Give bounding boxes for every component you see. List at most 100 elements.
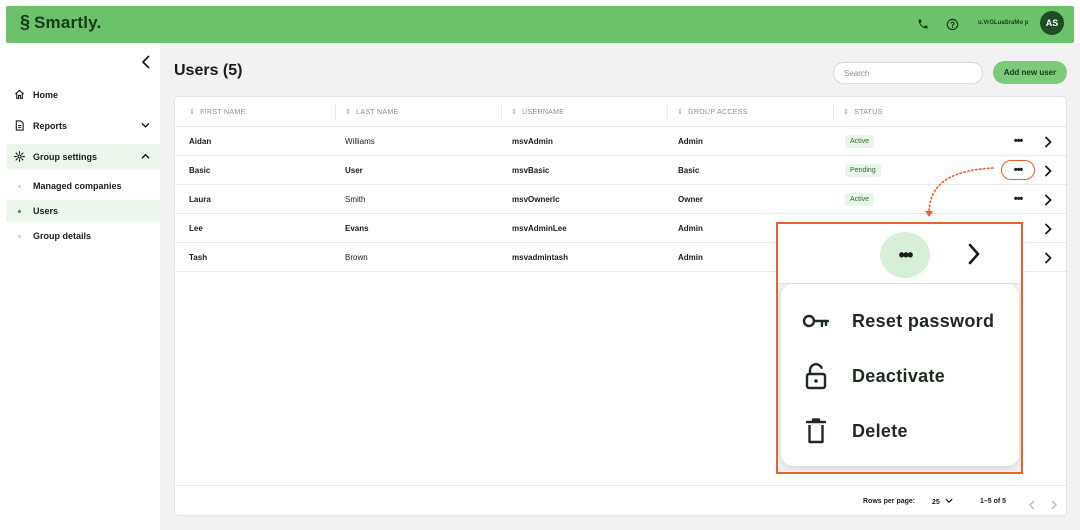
sort-icon: ⇕: [677, 109, 684, 116]
sidebar-item-reports[interactable]: Reports: [6, 113, 160, 138]
unlock-icon: [801, 361, 831, 391]
group-access-cell: Basic: [678, 166, 700, 175]
first-name-cell: Tash: [189, 253, 208, 262]
sidebar-item-group-settings[interactable]: Group settings: [6, 144, 160, 169]
chevron-right-icon[interactable]: [1043, 251, 1053, 264]
chevron-right-icon[interactable]: [1043, 164, 1053, 177]
menu-item-deactivate[interactable]: Deactivate: [781, 356, 1019, 396]
rows-per-page-value: 25: [932, 498, 940, 506]
help-icon[interactable]: [943, 15, 961, 33]
menu-item-label: Reset password: [852, 310, 995, 331]
group-access-cell: Admin: [678, 253, 703, 262]
sidebar-item-home[interactable]: Home: [6, 82, 160, 107]
menu-item-label: Deactivate: [852, 365, 946, 386]
username-cell: msvAdmin: [512, 137, 553, 146]
collapse-sidebar-icon[interactable]: [140, 55, 152, 69]
logo-text: Smartly.: [34, 12, 102, 32]
last-name-cell: Brown: [345, 253, 368, 262]
column-divider: [667, 105, 668, 119]
phone-icon[interactable]: [914, 15, 932, 33]
sidebar-item-label: Group settings: [33, 151, 98, 162]
more-options-button[interactable]: •••: [1007, 132, 1029, 150]
next-page-icon[interactable]: [1050, 497, 1058, 510]
menu-item-reset-password[interactable]: Reset password: [781, 301, 1019, 341]
status-badge: Active: [845, 193, 875, 206]
trash-icon: [801, 416, 831, 446]
chevron-right-icon[interactable]: [1043, 193, 1053, 206]
column-header-status[interactable]: ⇕ STATUS: [843, 108, 883, 117]
report-icon: [14, 120, 25, 131]
last-name-cell: Evans: [345, 224, 369, 233]
bullet-icon: [18, 234, 21, 238]
table-row[interactable]: Aidan Williams msvAdmin Admin Active •••: [175, 127, 1066, 156]
home-icon: [14, 89, 25, 100]
more-options-button[interactable]: •••: [1007, 190, 1029, 208]
sidebar-subitem-users[interactable]: Users: [6, 200, 160, 222]
chevron-right-icon[interactable]: [1043, 222, 1053, 235]
zoom-callout: ••• Reset password Deactivate Delete: [776, 222, 1023, 474]
row-actions-menu: Reset password Deactivate Delete: [781, 284, 1019, 466]
bullet-icon: [18, 184, 21, 188]
sidebar-subitem-label: Group details: [33, 231, 92, 241]
sidebar-subitem-group-details[interactable]: Group details: [6, 225, 160, 247]
logo[interactable]: § Smartly.: [20, 12, 101, 33]
sidebar: Home Reports Group settings Managed comp…: [6, 43, 160, 530]
chevron-down-icon: [945, 497, 953, 507]
column-divider: [833, 105, 834, 119]
column-divider: [335, 105, 336, 119]
username-cell: msvAdminLee: [512, 224, 567, 233]
menu-item-label: Delete: [852, 420, 908, 441]
rows-per-page-label: Rows per page:: [863, 498, 916, 505]
more-options-button[interactable]: •••: [1001, 160, 1035, 180]
rows-per-page-select[interactable]: 25: [932, 497, 953, 507]
chevron-right-icon[interactable]: [1043, 135, 1053, 148]
zoom-row: •••: [778, 224, 1021, 284]
sort-icon: ⇕: [345, 109, 352, 116]
last-name-cell: Williams: [345, 137, 375, 146]
chevron-up-icon: [141, 152, 150, 161]
table-row[interactable]: Basic User msvBasic Basic Pending •••: [175, 156, 1066, 185]
sort-icon: ⇕: [189, 109, 196, 116]
search-input[interactable]: [833, 62, 983, 84]
avatar[interactable]: AS: [1040, 11, 1064, 35]
status-badge: Pending: [845, 164, 881, 177]
first-name-cell: Aidan: [189, 137, 212, 146]
menu-item-delete[interactable]: Delete: [781, 411, 1019, 451]
username-cell: msvadmintash: [512, 253, 569, 262]
previous-page-icon[interactable]: [1028, 497, 1036, 510]
first-name-cell: Laura: [189, 195, 211, 204]
column-header-first-name[interactable]: ⇕ FIRST NAME: [189, 108, 245, 117]
group-access-cell: Owner: [678, 195, 703, 204]
chevron-down-icon: [141, 121, 150, 130]
username-cell: msvOwnerlc: [512, 195, 560, 204]
key-icon: [801, 306, 831, 336]
column-header-group-access[interactable]: ⇕ GROUP ACCESS: [677, 108, 748, 117]
last-name-cell: User: [345, 166, 363, 175]
sidebar-item-label: Home: [33, 89, 59, 100]
first-name-cell: Lee: [189, 224, 203, 233]
sort-icon: ⇕: [843, 109, 850, 116]
first-name-cell: Basic: [189, 166, 211, 175]
table-row[interactable]: Laura Smith msvOwnerlc Owner Active •••: [175, 185, 1066, 214]
smartly-logo-icon: §: [20, 12, 31, 32]
top-bar: § Smartly. u.VrGLuaSraMo p AS: [6, 6, 1074, 43]
chevron-right-icon[interactable]: [966, 242, 982, 266]
add-user-button[interactable]: Add new user: [993, 61, 1067, 84]
table-header: ⇕ FIRST NAME ⇕ LAST NAME ⇕ USERNAME ⇕ GROUP …: [175, 97, 1066, 127]
column-header-username[interactable]: ⇕ USERNAME: [511, 108, 564, 117]
sidebar-item-label: Reports: [33, 120, 68, 131]
user-name[interactable]: u.VrGLuaSraMo p: [978, 20, 1028, 26]
sort-icon: ⇕: [511, 109, 518, 116]
bullet-icon: [18, 209, 21, 213]
gear-icon: [14, 151, 25, 162]
username-cell: msvBasic: [512, 166, 550, 175]
status-badge: Active: [845, 135, 875, 148]
column-header-last-name[interactable]: ⇕ LAST NAME: [345, 108, 398, 117]
more-options-button-zoomed[interactable]: •••: [880, 232, 930, 278]
page-title: Users (5): [174, 62, 243, 79]
pagination-range: 1–5 of 5: [980, 498, 1007, 505]
column-divider: [501, 105, 502, 119]
group-access-cell: Admin: [678, 137, 703, 146]
last-name-cell: Smith: [345, 195, 366, 204]
sidebar-subitem-managed-companies[interactable]: Managed companies: [6, 175, 160, 197]
